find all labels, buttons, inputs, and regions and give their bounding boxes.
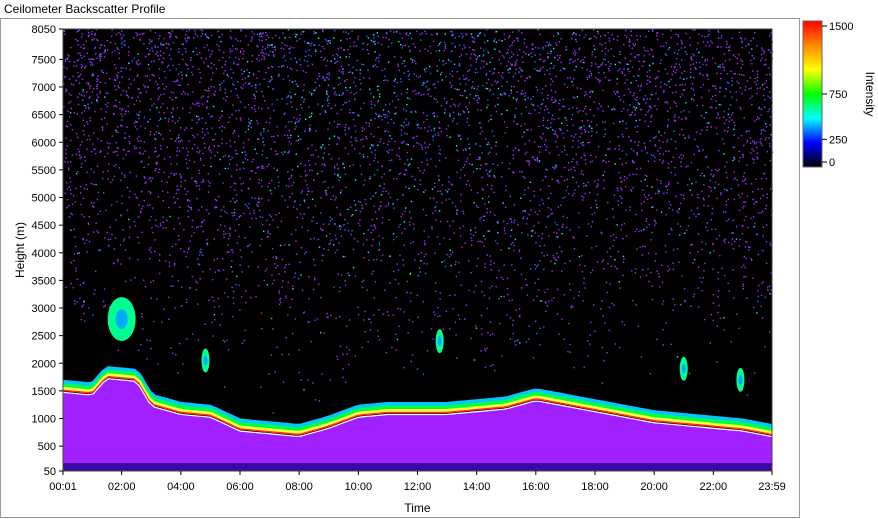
colorbar-tick-label: 250: [829, 134, 847, 146]
x-tick-label: 14:00: [463, 481, 491, 493]
y-tick-label: 50: [44, 466, 56, 478]
colorbar-tick-label: 1500: [829, 21, 853, 33]
cloud-blob-core: [738, 374, 743, 385]
y-tick-label: 4000: [32, 248, 56, 260]
colorbar: 0 250 750 1500 Intensity: [802, 20, 877, 169]
ground-band: [63, 463, 772, 471]
colorbar-tick-label: 750: [829, 89, 847, 101]
y-tick-label: 7500: [32, 54, 56, 66]
y-tick-label: 6500: [32, 110, 56, 122]
y-tick-label: 4500: [32, 220, 56, 232]
x-tick-label: 16:00: [522, 481, 550, 493]
x-tick-label: 20:00: [640, 481, 668, 493]
cloud-blob-core: [203, 355, 208, 366]
x-tick-label: 18:00: [581, 481, 609, 493]
y-axis-label: Height (m): [13, 222, 27, 278]
y-tick-label: 7000: [32, 82, 56, 94]
cloud-blob-core: [115, 309, 128, 330]
y-tick-label: 2000: [32, 358, 56, 370]
colorbar-gradient: [802, 20, 823, 168]
x-tick-label: 12:00: [404, 481, 432, 493]
y-tick-label: 2500: [32, 331, 56, 343]
colorbar-ticks: 0 250 750 1500: [822, 21, 853, 169]
y-tick-label: 5000: [32, 193, 56, 205]
y-tick-label: 5500: [32, 165, 56, 177]
y-tick-label: 3000: [32, 303, 56, 315]
x-axis-label: Time: [404, 501, 431, 515]
x-tick-label: 02:00: [108, 481, 136, 493]
y-axis: 50 500 1000 1500 2000 2500 3000 3500 4000 4500 500…: [32, 24, 63, 478]
y-tick-label: 1000: [32, 414, 56, 426]
x-tick-label: 10:00: [345, 481, 373, 493]
ceilometer-plot: 00:01 02:00 04:00 06:00 08:00 10:00 12:00 14:00…: [13, 20, 877, 515]
x-tick-label: 00:01: [49, 481, 77, 493]
x-tick-label: 23:59: [758, 481, 786, 493]
y-tick-label: 3500: [32, 275, 56, 287]
colorbar-tick-label: 0: [829, 157, 835, 169]
x-tick-label: 08:00: [285, 481, 313, 493]
colorbar-label: Intensity: [863, 72, 877, 117]
plot-area: [62, 28, 774, 472]
y-tick-label: 500: [38, 441, 56, 453]
y-tick-label: 6000: [32, 137, 56, 149]
cloud-blob-core: [681, 363, 686, 374]
cloud-blob-core: [437, 336, 442, 347]
x-tick-label: 22:00: [700, 481, 728, 493]
x-tick-label: 06:00: [226, 481, 254, 493]
y-tick-label: 1500: [32, 386, 56, 398]
x-axis: 00:01 02:00 04:00 06:00 08:00 10:00 12:00 14:00…: [49, 471, 786, 493]
x-tick-label: 04:00: [167, 481, 195, 493]
y-tick-label: 8050: [32, 24, 56, 36]
